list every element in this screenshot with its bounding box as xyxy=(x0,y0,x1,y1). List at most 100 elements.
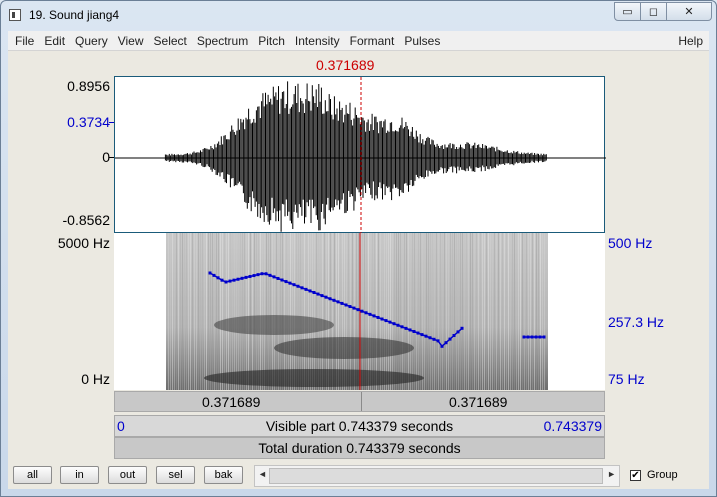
scroll-thumb[interactable] xyxy=(269,468,603,484)
zoom-in-button[interactable]: in xyxy=(60,466,99,484)
spectrogram-panel[interactable] xyxy=(114,233,605,390)
spectrogram-streak xyxy=(500,233,501,390)
menu-pitch[interactable]: Pitch xyxy=(251,34,285,48)
spectrogram-streak xyxy=(178,233,179,390)
spectrogram-streak xyxy=(494,233,495,390)
zoom-sel-button[interactable]: sel xyxy=(156,466,195,484)
window-controls: ▭ ◻ ✕ xyxy=(614,2,712,21)
visible-part-row[interactable]: 0 Visible part 0.743379 seconds 0.743379 xyxy=(114,415,605,437)
spectrogram-streak xyxy=(242,233,243,390)
waveform-panel[interactable] xyxy=(114,76,606,234)
spectrogram-streak xyxy=(340,233,341,390)
spectrogram-streak xyxy=(422,233,423,390)
spectrogram-streak xyxy=(350,233,351,390)
maximize-button[interactable]: ◻ xyxy=(641,2,667,21)
pitch-point xyxy=(216,276,220,280)
scroll-right-icon[interactable]: ► xyxy=(607,469,616,479)
spectrogram-streak xyxy=(354,233,355,390)
spectrogram-streak xyxy=(302,233,303,390)
pitch-point xyxy=(416,331,420,335)
minimize-button[interactable]: ▭ xyxy=(614,2,641,21)
spectrogram-streak xyxy=(304,233,305,390)
spectrogram-streak xyxy=(396,233,397,390)
menu-intensity[interactable]: Intensity xyxy=(288,34,340,48)
spectrogram-streak xyxy=(414,233,415,390)
pitch-point xyxy=(436,339,440,343)
menu-formant[interactable]: Formant xyxy=(343,34,395,48)
menu-help[interactable]: Help xyxy=(671,34,703,48)
spectrogram-streak xyxy=(210,233,211,390)
pitch-point xyxy=(372,314,376,318)
pitch-point xyxy=(424,334,428,338)
spectrogram-streak xyxy=(358,233,359,390)
zoom-out-button[interactable]: out xyxy=(108,466,147,484)
selection-time-row[interactable]: 0.371689 0.371689 xyxy=(114,391,605,412)
spectrogram-streak xyxy=(384,233,385,390)
spectrogram-streak xyxy=(310,233,311,390)
spectrogram-streak xyxy=(204,233,205,390)
spectrogram-streak xyxy=(530,233,531,390)
formant-band-1 xyxy=(214,315,334,335)
zoom-back-button[interactable]: bak xyxy=(204,466,243,484)
spectrogram-streak xyxy=(448,233,449,390)
spectrogram-streak xyxy=(476,233,477,390)
pitch-point xyxy=(400,325,404,329)
spectrogram-streak xyxy=(288,233,289,390)
pitch-point xyxy=(264,272,268,276)
spectrogram-streak xyxy=(344,233,345,390)
pitch-point xyxy=(252,274,256,278)
horizontal-scrollbar[interactable]: ◄ ► xyxy=(254,465,620,487)
spectrogram-streak xyxy=(446,233,447,390)
pitch-point xyxy=(364,311,368,315)
total-duration-row[interactable]: Total duration 0.743379 seconds xyxy=(114,437,605,459)
spectrogram-streak xyxy=(248,233,249,390)
group-checkbox[interactable]: ✔ xyxy=(630,470,641,481)
spectrogram-streak xyxy=(284,233,285,390)
spectrogram-streak xyxy=(374,233,375,390)
spectrogram-streak xyxy=(504,233,505,390)
spectrogram-streak xyxy=(232,233,233,390)
pitch-point xyxy=(396,323,400,327)
spectrogram-streak xyxy=(208,233,209,390)
scroll-left-icon[interactable]: ◄ xyxy=(258,469,267,479)
spectrogram-streak xyxy=(372,233,373,390)
menu-query[interactable]: Query xyxy=(68,34,108,48)
spectrogram-streak xyxy=(390,233,391,390)
zoom-all-button[interactable]: all xyxy=(13,466,52,484)
app-icon xyxy=(9,9,21,21)
spectrogram-streak xyxy=(254,233,255,390)
menu-spectrum[interactable]: Spectrum xyxy=(190,34,248,48)
title-bar[interactable]: 19. Sound jiang4 ▭ ◻ ✕ xyxy=(1,1,716,31)
spectrogram-streak xyxy=(270,233,271,390)
spectrogram-streak xyxy=(418,233,419,390)
pitch-point xyxy=(272,275,276,279)
pitch-point xyxy=(360,309,364,313)
spectrogram-streak xyxy=(376,233,377,390)
close-button[interactable]: ✕ xyxy=(667,2,712,21)
pitch-point xyxy=(440,344,444,348)
menu-select[interactable]: Select xyxy=(147,34,187,48)
pitch-point xyxy=(340,301,344,305)
pitch-point xyxy=(408,328,412,332)
pitch-point xyxy=(404,326,408,330)
spectrogram-streak xyxy=(424,233,425,390)
spectrogram-streak xyxy=(520,233,521,390)
cursor-time-label: 0.371689 xyxy=(316,57,375,73)
spectrogram-streak xyxy=(200,233,201,390)
menu-edit[interactable]: Edit xyxy=(37,34,65,48)
right-segment-time: 0.371689 xyxy=(449,394,508,410)
spectrogram-streak xyxy=(518,233,519,390)
spectrogram-streak xyxy=(542,233,543,390)
menu-file[interactable]: File xyxy=(8,34,34,48)
spectrogram-streak xyxy=(226,233,227,390)
menu-pulses[interactable]: Pulses xyxy=(397,34,440,48)
pitch-point xyxy=(280,278,284,282)
spectrogram-streak xyxy=(332,233,333,390)
pitch-point xyxy=(320,294,324,298)
spectrogram-streak xyxy=(538,233,539,390)
spectrogram-streak xyxy=(470,233,471,390)
pitch-point xyxy=(328,297,332,301)
spectrogram-streak xyxy=(444,233,445,390)
menu-view[interactable]: View xyxy=(111,34,144,48)
spectrogram-bottom-label: 0 Hz xyxy=(81,371,110,387)
